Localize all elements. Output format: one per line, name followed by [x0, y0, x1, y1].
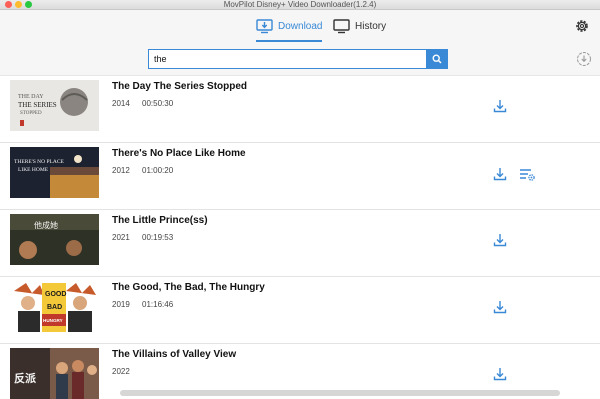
window-title: MovPilot Disney+ Video Downloader(1.2.4) — [223, 0, 377, 9]
thumbnail: 他成她 — [10, 214, 99, 265]
monitor-icon — [333, 18, 350, 33]
thumbnail-text: 他成她 — [34, 220, 58, 230]
result-title: The Little Prince(ss) — [112, 215, 208, 226]
list-item[interactable]: THERE'S NO PLACE LIKE HOME There's No Pl… — [0, 143, 600, 210]
thumbnail-text: STOPPED — [20, 111, 42, 116]
tab-download[interactable]: Download — [256, 12, 323, 42]
result-year: 2022 — [112, 367, 130, 376]
download-icon — [493, 368, 507, 381]
result-year: 2014 — [112, 99, 130, 108]
result-year: 2012 — [112, 166, 130, 175]
search-icon — [432, 54, 442, 64]
result-duration: 01:16:46 — [142, 300, 174, 309]
refresh-download-button[interactable] — [576, 51, 592, 67]
download-button[interactable] — [492, 366, 508, 382]
download-button[interactable] — [492, 166, 508, 182]
thumbnail-text: GOOD — [45, 291, 66, 298]
result-meta: 2014 00:50:30 — [112, 99, 173, 108]
result-meta: 2019 01:16:46 — [112, 300, 173, 309]
list-item[interactable]: 他成她 The Little Prince(ss) 2021 00:19:53 — [0, 210, 600, 277]
gear-icon — [576, 20, 588, 32]
toolbar: Download History — [0, 10, 600, 42]
download-tab-icon — [256, 18, 273, 33]
result-duration: 00:19:53 — [142, 233, 174, 242]
search-button[interactable] — [426, 49, 448, 69]
result-meta: 2012 01:00:20 — [112, 166, 173, 175]
thumbnail-text: LIKE HOME — [18, 167, 49, 173]
result-title: The Villains of Valley View — [112, 349, 237, 360]
result-duration: 01:00:20 — [142, 166, 174, 175]
result-title: The Good, The Bad, The Hungry — [112, 282, 265, 293]
horizontal-scrollbar[interactable] — [120, 390, 560, 396]
download-button[interactable] — [492, 98, 508, 114]
title-bar: MovPilot Disney+ Video Downloader(1.2.4) — [0, 0, 600, 10]
thumbnail-text: BAD — [47, 304, 62, 311]
search-input[interactable] — [148, 49, 426, 69]
refresh-download-icon — [577, 52, 591, 66]
thumbnail: GOOD BAD HUNGRY — [10, 281, 99, 332]
thumbnail: 反派 — [10, 348, 99, 399]
result-meta: 2021 00:19:53 — [112, 233, 173, 242]
thumbnail-text: THERE'S NO PLACE — [14, 159, 65, 165]
result-meta: 2022 — [112, 367, 130, 376]
list-item[interactable]: THE DAY THE SERIES STOPPED The Day The S… — [0, 76, 600, 143]
settings-button[interactable] — [574, 18, 590, 34]
search-bar — [0, 42, 600, 76]
settings-list-icon — [520, 169, 535, 181]
results-list: THE DAY THE SERIES STOPPED The Day The S… — [0, 76, 600, 399]
tab-download-label: Download — [278, 20, 323, 32]
thumbnail-text: HUNGRY — [43, 318, 63, 323]
download-icon — [493, 168, 507, 181]
thumbnail: THE DAY THE SERIES STOPPED — [10, 80, 99, 131]
download-icon — [493, 100, 507, 113]
download-button[interactable] — [492, 299, 508, 315]
result-title: The Day The Series Stopped — [112, 81, 248, 92]
svg-text:THE DAY: THE DAY — [18, 94, 44, 100]
tab-history[interactable]: History — [333, 12, 386, 40]
thumbnail: THERE'S NO PLACE LIKE HOME — [10, 147, 99, 198]
thumbnail-text: 反派 — [14, 371, 37, 385]
result-duration: 00:50:30 — [142, 99, 174, 108]
result-year: 2019 — [112, 300, 130, 309]
result-title: There's No Place Like Home — [112, 148, 246, 159]
result-year: 2021 — [112, 233, 130, 242]
tab-history-label: History — [355, 20, 387, 32]
list-item[interactable]: GOOD BAD HUNGRY The Good, The Bad, The H… — [0, 277, 600, 344]
download-icon — [493, 301, 507, 314]
download-icon — [493, 234, 507, 247]
download-button[interactable] — [492, 232, 508, 248]
download-settings-button[interactable] — [518, 166, 536, 182]
thumbnail-text: THE SERIES — [18, 101, 57, 109]
